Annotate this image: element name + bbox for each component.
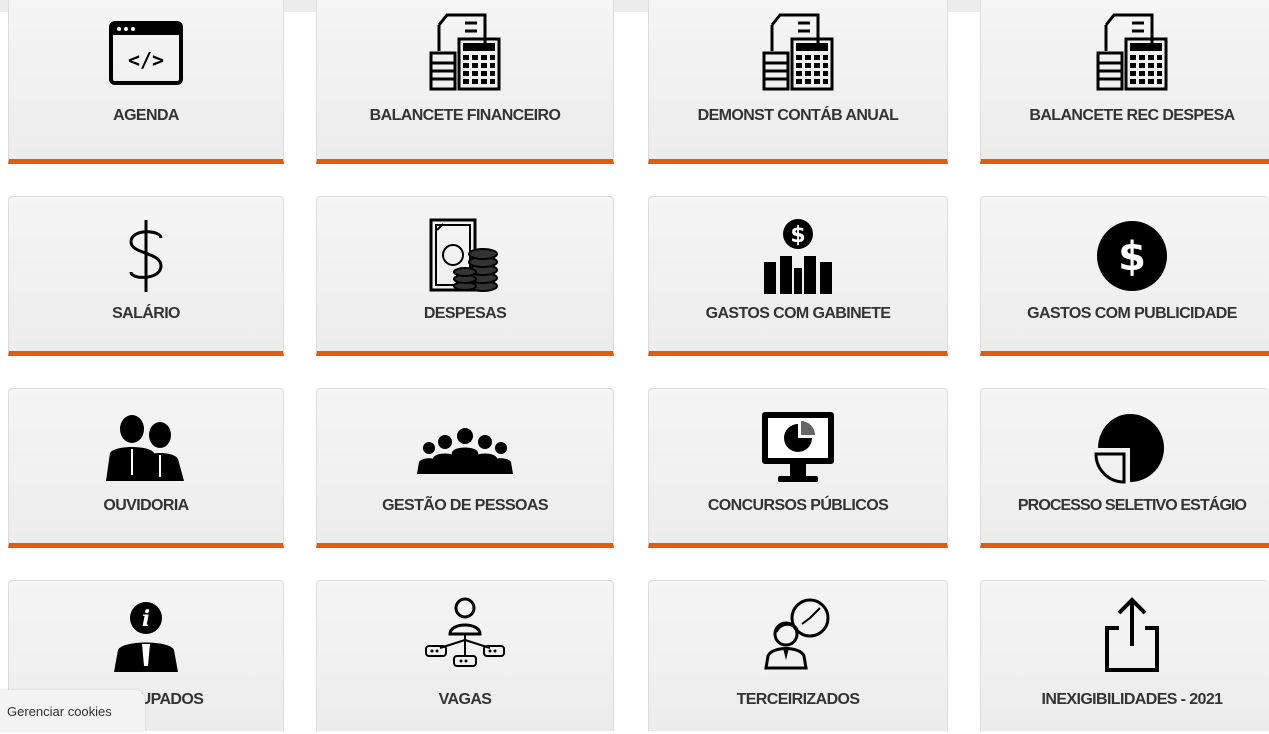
financial-documents-icon [649, 13, 947, 92]
manage-cookies-button[interactable]: Gerenciar cookies [0, 690, 145, 731]
monitor-chart-icon [649, 409, 947, 487]
tile-label: GASTOS COM GABINETE [705, 305, 891, 322]
tile-label: GASTOS COM PUBLICIDADE [1027, 305, 1237, 322]
tile-salario[interactable]: SALÁRIO [8, 196, 284, 356]
network-person-icon [317, 595, 613, 673]
person-clock-icon [649, 595, 947, 673]
tile-demonst-contab-anual[interactable]: DEMONST CONTÁB ANUAL [648, 0, 948, 164]
tile-label: CONCURSOS PÚBLICOS [707, 497, 889, 514]
tile-label: OUVIDORIA [103, 497, 189, 514]
tile-agenda[interactable]: </> AGENDA [8, 0, 284, 164]
tile-label: BALANCETE REC DESPESA [1029, 107, 1235, 124]
people-pair-icon [9, 409, 283, 487]
financial-documents-icon [317, 13, 613, 92]
tile-label: GESTÃO DE PESSOAS [382, 497, 548, 514]
group-people-icon [317, 409, 613, 487]
tile-concursos-publicos[interactable]: CONCURSOS PÚBLICOS [648, 388, 948, 548]
tile-vagas[interactable]: VAGAS [316, 580, 614, 731]
tile-balancete-financeiro[interactable]: BALANCETE FINANCEIRO [316, 0, 614, 164]
tile-label: AGENDA [113, 107, 179, 124]
dollar-circle-icon: $ [981, 217, 1269, 295]
code-window-icon: </> [9, 14, 283, 92]
svg-text:$: $ [790, 223, 805, 248]
info-person-icon: i [9, 595, 283, 673]
tile-label: VAGAS [438, 691, 492, 708]
tile-terceirizados[interactable]: TERCEIRIZADOS [648, 580, 948, 731]
tile-label: TERCEIRIZADOS [736, 691, 860, 708]
tile-processo-seletivo-estagio[interactable]: PROCESSO SELETIVO ESTÁGIO [980, 388, 1269, 548]
tile-label: BALANCETE FINANCEIRO [369, 107, 561, 124]
tile-inexigibilidades-2021[interactable]: INEXIGIBILIDADES - 2021 [980, 580, 1269, 731]
share-upload-icon [981, 595, 1269, 673]
tile-balancete-rec-despesa[interactable]: BALANCETE REC DESPESA [980, 0, 1269, 164]
tile-label: INEXIGIBILIDADES - 2021 [1041, 691, 1224, 708]
pie-shape-icon [981, 409, 1269, 487]
tile-gestao-de-pessoas[interactable]: GESTÃO DE PESSOAS [316, 388, 614, 548]
tile-ouvidoria[interactable]: OUVIDORIA [8, 388, 284, 548]
tile-despesas[interactable]: DESPESAS [316, 196, 614, 356]
tile-label: SALÁRIO [112, 305, 180, 322]
dollar-sign-icon [9, 217, 283, 295]
svg-text:$: $ [1118, 234, 1146, 280]
tile-gastos-com-publicidade[interactable]: $ GASTOS COM PUBLICIDADE [980, 196, 1269, 356]
tile-gastos-com-gabinete[interactable]: $ GASTOS COM GABINETE [648, 196, 948, 356]
financial-documents-icon [981, 13, 1269, 92]
tile-label: DEMONST CONTÁB ANUAL [697, 107, 899, 124]
dollar-bars-icon: $ [649, 217, 947, 295]
tile-label: DESPESAS [423, 305, 507, 322]
svg-text:i: i [142, 606, 150, 632]
svg-text:</>: </> [128, 48, 164, 72]
tile-label: PROCESSO SELETIVO ESTÁGIO [1017, 497, 1247, 514]
money-coins-icon [317, 217, 613, 295]
